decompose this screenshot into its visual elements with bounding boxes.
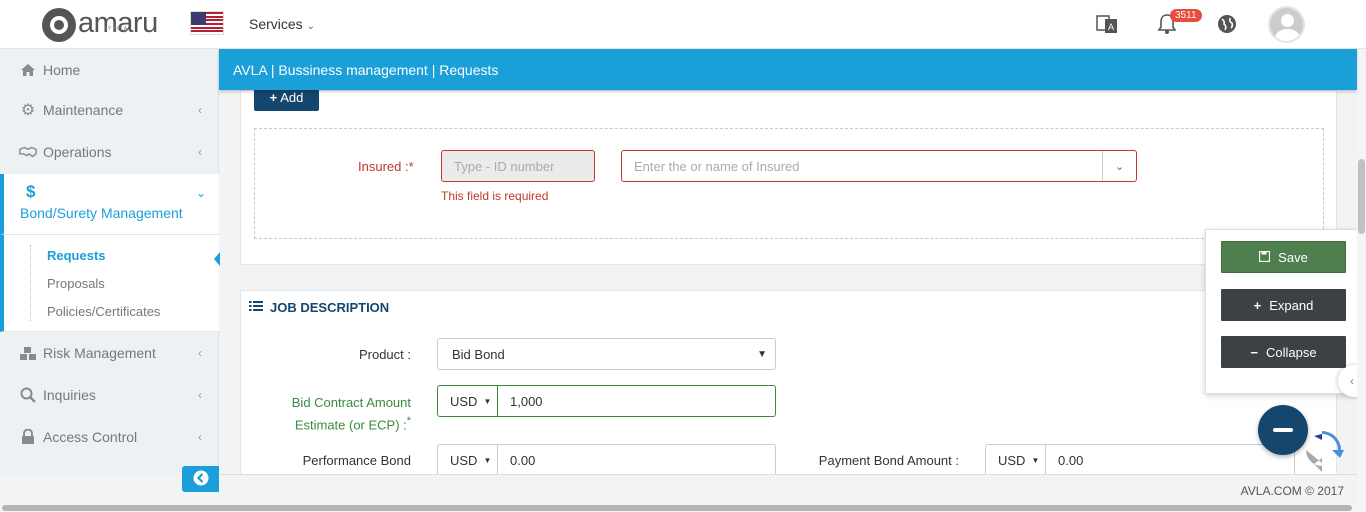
sidebar-item-risk-management[interactable]: Risk Management ‹ xyxy=(0,332,219,374)
plus-icon: + xyxy=(269,90,278,105)
sidebar-collapse-button[interactable] xyxy=(182,466,219,492)
floppy-icon xyxy=(1259,250,1271,265)
chevron-left-icon: ‹ xyxy=(198,145,202,159)
sidebar-item-bond-surety[interactable]: $ Bond/Surety Management ⌄ xyxy=(0,174,219,234)
services-label: Services xyxy=(249,16,303,32)
sidebar-item-access-control[interactable]: Access Control ‹ xyxy=(0,416,219,458)
home-icon xyxy=(19,63,37,77)
payment-bond-label: Payment Bond Amount : xyxy=(818,453,959,468)
arrow-circle-left-icon xyxy=(193,470,209,489)
insured-panel xyxy=(254,128,1324,239)
plus-icon: + xyxy=(1253,297,1262,313)
sidebar: Home ⚙ Maintenance ‹ Operations ‹ $ Bond… xyxy=(0,49,220,492)
svg-text:A: A xyxy=(1108,22,1114,32)
product-select[interactable]: Bid Bond ▼ xyxy=(437,338,776,370)
horizontal-scrollbar[interactable] xyxy=(0,504,1366,512)
performance-bond-field: USD ▼ 0.00 xyxy=(437,444,776,476)
expand-button[interactable]: + Expand xyxy=(1221,289,1346,321)
ecp-amount-field: USD ▼ 1,000 xyxy=(437,385,776,417)
ecp-amount-input[interactable]: 1,000 xyxy=(498,385,776,417)
breadcrumb: AVLA | Bussiness management | Requests xyxy=(219,49,1357,90)
insured-name-placeholder: Enter the or name of Insured xyxy=(634,158,800,174)
gear-icon: ⚙ xyxy=(20,102,36,119)
handshake-icon xyxy=(19,145,37,159)
sidebar-subitem-proposals[interactable]: Proposals xyxy=(47,276,105,291)
chevron-down-icon: ▼ xyxy=(757,348,767,360)
us-flag-icon[interactable] xyxy=(190,11,224,35)
sidebar-item-label: Bond/Surety Management xyxy=(20,205,183,221)
sidebar-item-label: Access Control xyxy=(43,429,138,445)
logo-text: amaru xyxy=(78,7,158,39)
globe-icon[interactable] xyxy=(1216,13,1238,35)
performance-currency-select[interactable]: USD ▼ xyxy=(437,444,498,476)
amaru-logo[interactable]: amaru xyxy=(42,8,158,42)
logo-subtext: BY AVLA xyxy=(104,26,128,32)
logo-mark-icon xyxy=(42,8,76,42)
payment-amount-input[interactable]: 0.00 xyxy=(1046,444,1295,476)
chevron-left-icon: ‹ xyxy=(198,388,202,402)
minus-icon: − xyxy=(1250,344,1258,360)
actions-toggle-button[interactable] xyxy=(1258,405,1308,455)
payment-currency-select[interactable]: USD ▼ xyxy=(985,444,1046,476)
chevron-down-icon: ⌄ xyxy=(306,21,315,32)
sidebar-submenu: Requests Proposals Policies/Certificates xyxy=(0,234,220,332)
sidebar-item-label: Home xyxy=(43,62,81,78)
sidebar-item-operations[interactable]: Operations ‹ xyxy=(0,131,219,173)
submenu-tree-line xyxy=(30,245,31,321)
save-button[interactable]: Save xyxy=(1221,241,1346,273)
sidebar-item-home[interactable]: Home xyxy=(0,49,219,91)
sidebar-item-label: Risk Management xyxy=(43,345,156,361)
job-description-title: JOB DESCRIPTION xyxy=(249,300,389,315)
notification-badge[interactable]: 3511 xyxy=(1170,9,1202,22)
vertical-scrollbar[interactable] xyxy=(1357,49,1366,504)
sidebar-item-label: Maintenance xyxy=(43,102,124,118)
chevron-down-icon[interactable]: ⌄ xyxy=(1102,151,1136,181)
user-avatar[interactable] xyxy=(1268,6,1305,43)
sidebar-item-maintenance[interactable]: ⚙ Maintenance ‹ xyxy=(0,89,219,131)
translate-icon[interactable]: A xyxy=(1096,13,1118,35)
actions-panel: Save + Expand − Collapse xyxy=(1205,229,1358,394)
performance-bond-label: Performance Bond xyxy=(302,453,411,468)
lock-icon xyxy=(19,429,37,445)
chevron-down-icon: ⌄ xyxy=(195,186,206,200)
ecp-label: Bid Contract Amount Estimate (or ECP) :* xyxy=(291,395,411,433)
chevron-left-icon: ‹ xyxy=(198,430,202,444)
active-caret-icon xyxy=(214,252,220,266)
sidebar-subitem-requests[interactable]: Requests xyxy=(47,248,106,263)
chevron-left-icon: ‹ xyxy=(198,103,202,117)
search-icon xyxy=(19,387,37,403)
collapse-button[interactable]: − Collapse xyxy=(1221,336,1346,368)
services-menu[interactable]: Services ⌄ xyxy=(249,16,315,32)
chevron-left-icon: ‹ xyxy=(198,346,202,360)
list-icon xyxy=(249,300,263,315)
sidebar-item-label: Inquiries xyxy=(43,387,96,403)
performance-amount-input[interactable]: 0.00 xyxy=(498,444,776,476)
insured-label: Insured :* xyxy=(358,159,414,174)
sidebar-item-inquiries[interactable]: Inquiries ‹ xyxy=(0,374,219,416)
product-value: Bid Bond xyxy=(452,346,505,362)
chevron-left-icon: ‹ xyxy=(1350,374,1354,388)
insured-id-input[interactable]: Type - ID number xyxy=(441,150,595,182)
footer: AVLA.COM © 2017 xyxy=(219,474,1357,504)
sidebar-subitem-policies[interactable]: Policies/Certificates xyxy=(47,304,160,319)
product-label: Product : xyxy=(358,347,411,362)
sidebar-item-label: Operations xyxy=(43,144,112,160)
ecp-currency-select[interactable]: USD ▼ xyxy=(437,385,498,417)
payment-bond-field: USD ▼ 0.00 xyxy=(985,444,1295,476)
top-bar: amaru BY AVLA Services ⌄ A 3511 xyxy=(0,0,1366,49)
dollar-icon: $ xyxy=(26,182,36,201)
insured-name-input[interactable]: Enter the or name of Insured ⌄ xyxy=(621,150,1137,182)
add-label: Add xyxy=(280,90,304,105)
cubes-icon xyxy=(19,346,37,361)
insured-error-text: This field is required xyxy=(441,189,549,203)
